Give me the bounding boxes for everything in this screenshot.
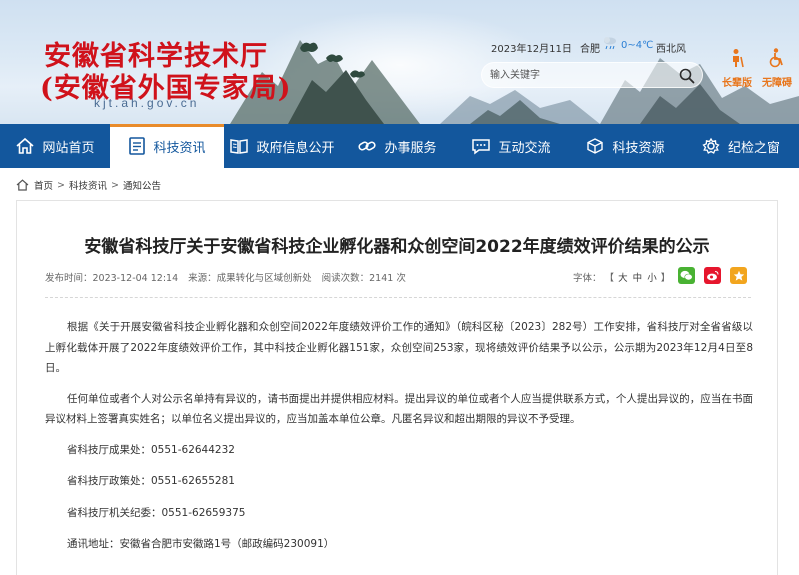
wechat-share-button[interactable] xyxy=(678,267,695,284)
elder-mode-button[interactable]: 长辈版 xyxy=(719,48,755,89)
wheelchair-icon xyxy=(769,48,783,68)
accessibility-label: 无障碍 xyxy=(762,78,792,89)
search-box xyxy=(481,62,703,88)
publish-time: 发布时间：2023-12-04 12:14 xyxy=(45,273,179,284)
site-url: kjt.ah.gov.cn xyxy=(94,96,200,110)
gear-icon xyxy=(702,137,720,154)
breadcrumb: 首页 > 科技资讯 > 通知公告 xyxy=(16,178,161,192)
star-icon xyxy=(733,270,744,281)
article-body: 根据《关于开展安徽省科技企业孵化器和众创空间2022年度绩效评价工作的通知》（皖… xyxy=(45,317,753,566)
nav-item-interaction[interactable]: 互动交流 xyxy=(454,124,568,168)
font-large-button[interactable]: 大 xyxy=(618,273,628,284)
nav-label: 科技资讯 xyxy=(153,140,206,156)
contact-line: 省科技厅机关纪委：0551-62659375 xyxy=(67,506,246,519)
home-icon xyxy=(16,137,35,154)
nav-item-gov-info[interactable]: 政府信息公开 xyxy=(224,124,340,168)
document-icon xyxy=(129,137,146,155)
elder-mode-label: 长辈版 xyxy=(722,78,752,89)
accessibility-button[interactable]: 无障碍 xyxy=(759,48,795,89)
search-icon[interactable] xyxy=(679,68,695,84)
contact-line: 通讯地址：安徽省合肥市安徽路1号（邮政编码230091） xyxy=(67,538,335,550)
font-medium-button[interactable]: 中 xyxy=(633,273,643,284)
view-count: 阅读次数：2141 次 xyxy=(321,273,406,284)
nav-item-home[interactable]: 网站首页 xyxy=(0,124,110,168)
weibo-icon xyxy=(707,271,719,281)
share-buttons xyxy=(678,267,756,284)
chat-icon xyxy=(472,139,491,155)
article-source: 来源：成果转化与区域创新处 xyxy=(188,273,312,284)
weather-wind: 西北风 xyxy=(656,44,686,55)
cloud-rain-icon xyxy=(604,37,616,50)
weather-city: 合肥 xyxy=(580,44,600,55)
home-icon xyxy=(16,179,29,191)
bracket-right: 】 xyxy=(660,273,671,284)
nav-label: 科技资源 xyxy=(612,140,665,156)
nav-label: 办事服务 xyxy=(384,140,437,156)
favorite-button[interactable] xyxy=(730,267,747,284)
main-nav: 网站首页 科技资讯 政府信息公开 办事服务 互动交流 科技资源 纪检之窗 xyxy=(0,124,799,168)
article-meta: 发布时间：2023-12-04 12:14 来源：成果转化与区域创新处 阅读次数… xyxy=(45,270,416,284)
contact-line: 省科技厅成果处：0551-62644232 xyxy=(67,443,235,456)
nav-label: 纪检之窗 xyxy=(727,140,780,156)
font-small-button[interactable]: 小 xyxy=(647,273,657,284)
weibo-share-button[interactable] xyxy=(704,267,721,284)
wechat-icon xyxy=(680,270,693,281)
book-icon xyxy=(230,139,249,154)
breadcrumb-news[interactable]: 科技资讯 xyxy=(69,178,107,192)
header-banner: 安徽省科学技术厅 (安徽省外国专家局) kjt.ah.gov.cn 2023年1… xyxy=(0,0,799,124)
contact-line: 省科技厅政策处：0551-62655281 xyxy=(67,475,235,487)
elder-person-icon xyxy=(733,49,744,68)
nav-label: 政府信息公开 xyxy=(256,140,335,156)
breadcrumb-separator: > xyxy=(111,179,119,191)
font-size-label: 字体： xyxy=(573,273,602,284)
nav-label: 互动交流 xyxy=(498,140,551,156)
article-panel: 安徽省科技厅关于安徽省科技企业孵化器和众创空间2022年度绩效评价结果的公示 发… xyxy=(16,200,778,575)
article-title: 安徽省科技厅关于安徽省科技企业孵化器和众创空间2022年度绩效评价结果的公示 xyxy=(84,237,710,257)
cube-icon xyxy=(587,138,604,154)
search-input[interactable] xyxy=(490,67,670,84)
breadcrumb-notices[interactable]: 通知公告 xyxy=(123,178,161,192)
bracket-left: 【 xyxy=(604,273,615,284)
breadcrumb-separator: > xyxy=(57,179,65,191)
paragraph: 根据《关于开展安徽省科技企业孵化器和众创空间2022年度绩效评价工作的通知》（皖… xyxy=(45,321,753,374)
breadcrumb-home[interactable]: 首页 xyxy=(34,178,53,192)
link-icon xyxy=(358,141,377,151)
nav-label: 网站首页 xyxy=(42,140,95,156)
divider xyxy=(45,297,751,298)
nav-item-news[interactable]: 科技资讯 xyxy=(110,124,224,168)
nav-item-discipline[interactable]: 纪检之窗 xyxy=(682,124,799,168)
nav-item-services[interactable]: 办事服务 xyxy=(340,124,454,168)
font-size-switcher: 字体： 【 大 中 小 】 xyxy=(573,270,670,284)
nav-item-resources[interactable]: 科技资源 xyxy=(568,124,682,168)
weather-temperature: 0~4℃ xyxy=(621,40,654,51)
paragraph: 任何单位或者个人对公示名单持有异议的，请书面提出并提供相应材料。提出异议的单位或… xyxy=(45,392,753,426)
current-date: 2023年12月11日 xyxy=(491,44,572,55)
